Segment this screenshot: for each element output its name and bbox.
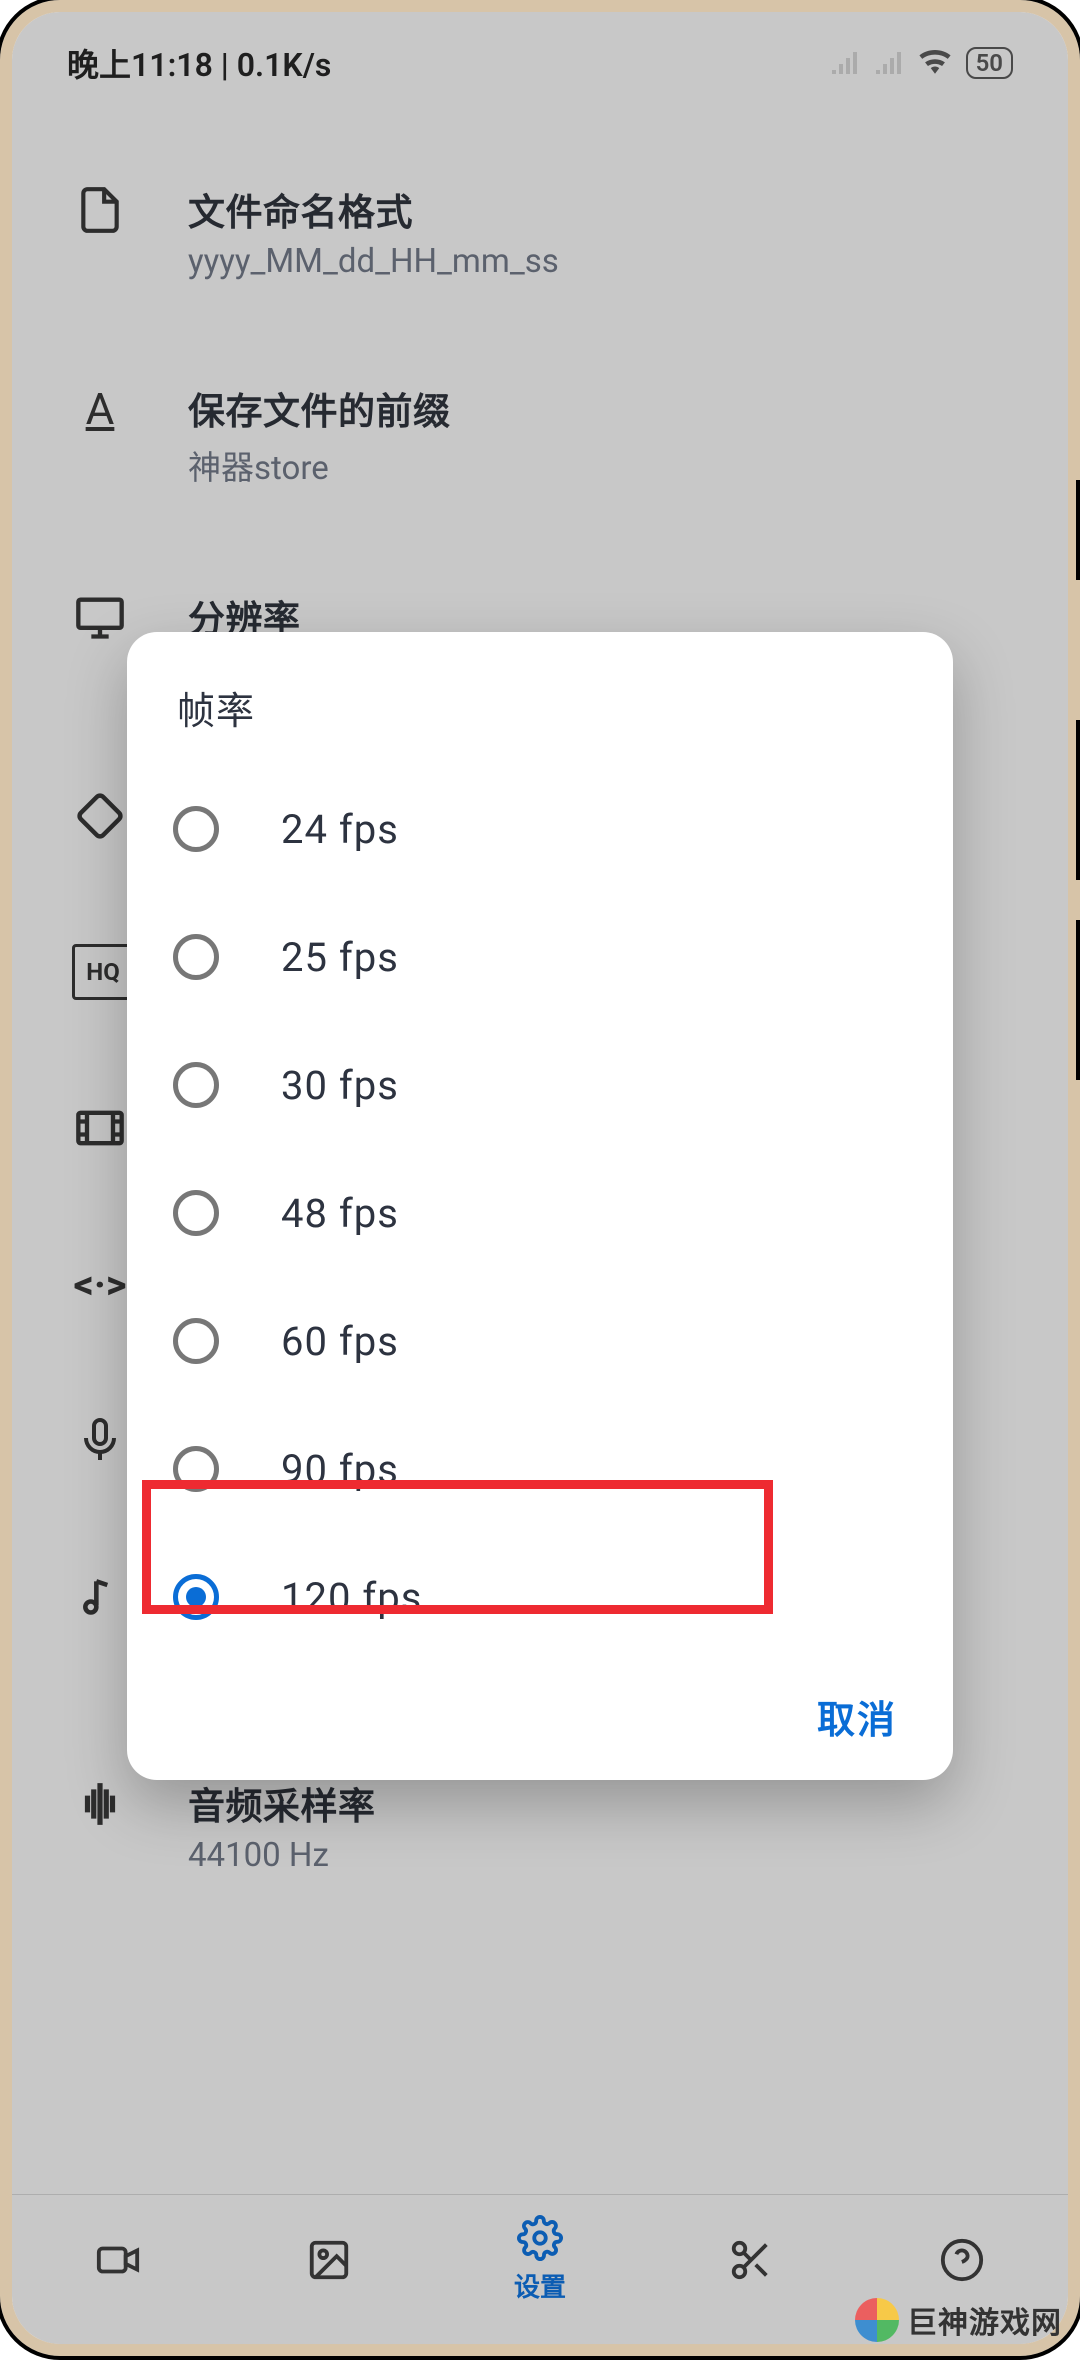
radio-icon-checked — [173, 1574, 219, 1620]
radio-option-30[interactable]: 30 fps — [127, 1021, 953, 1149]
watermark-text: 巨神游戏网 — [907, 2298, 1062, 2342]
radio-icon — [173, 1062, 219, 1108]
dialog-title: 帧率 — [127, 680, 953, 765]
radio-option-90[interactable]: 90 fps — [127, 1405, 953, 1533]
radio-label: 120 fps — [281, 1574, 422, 1621]
radio-label: 24 fps — [281, 806, 399, 853]
framerate-dialog: 帧率 24 fps 25 fps 30 fps 48 fps 60 fps 90… — [127, 632, 953, 1780]
radio-label: 90 fps — [281, 1446, 399, 1493]
radio-icon — [173, 806, 219, 852]
radio-label: 25 fps — [281, 934, 399, 981]
radio-option-48[interactable]: 48 fps — [127, 1149, 953, 1277]
radio-label: 30 fps — [281, 1062, 399, 1109]
watermark-logo-icon — [855, 2298, 899, 2342]
watermark: 巨神游戏网 — [855, 2298, 1062, 2342]
radio-option-24[interactable]: 24 fps — [127, 765, 953, 893]
radio-icon — [173, 1446, 219, 1492]
radio-icon — [173, 1190, 219, 1236]
radio-option-25[interactable]: 25 fps — [127, 893, 953, 1021]
radio-label: 60 fps — [281, 1318, 399, 1365]
radio-icon — [173, 1318, 219, 1364]
cancel-button[interactable]: 取消 — [817, 1699, 897, 1743]
radio-icon — [173, 934, 219, 980]
radio-option-60[interactable]: 60 fps — [127, 1277, 953, 1405]
radio-label: 48 fps — [281, 1190, 399, 1237]
radio-option-120[interactable]: 120 fps — [127, 1533, 953, 1661]
